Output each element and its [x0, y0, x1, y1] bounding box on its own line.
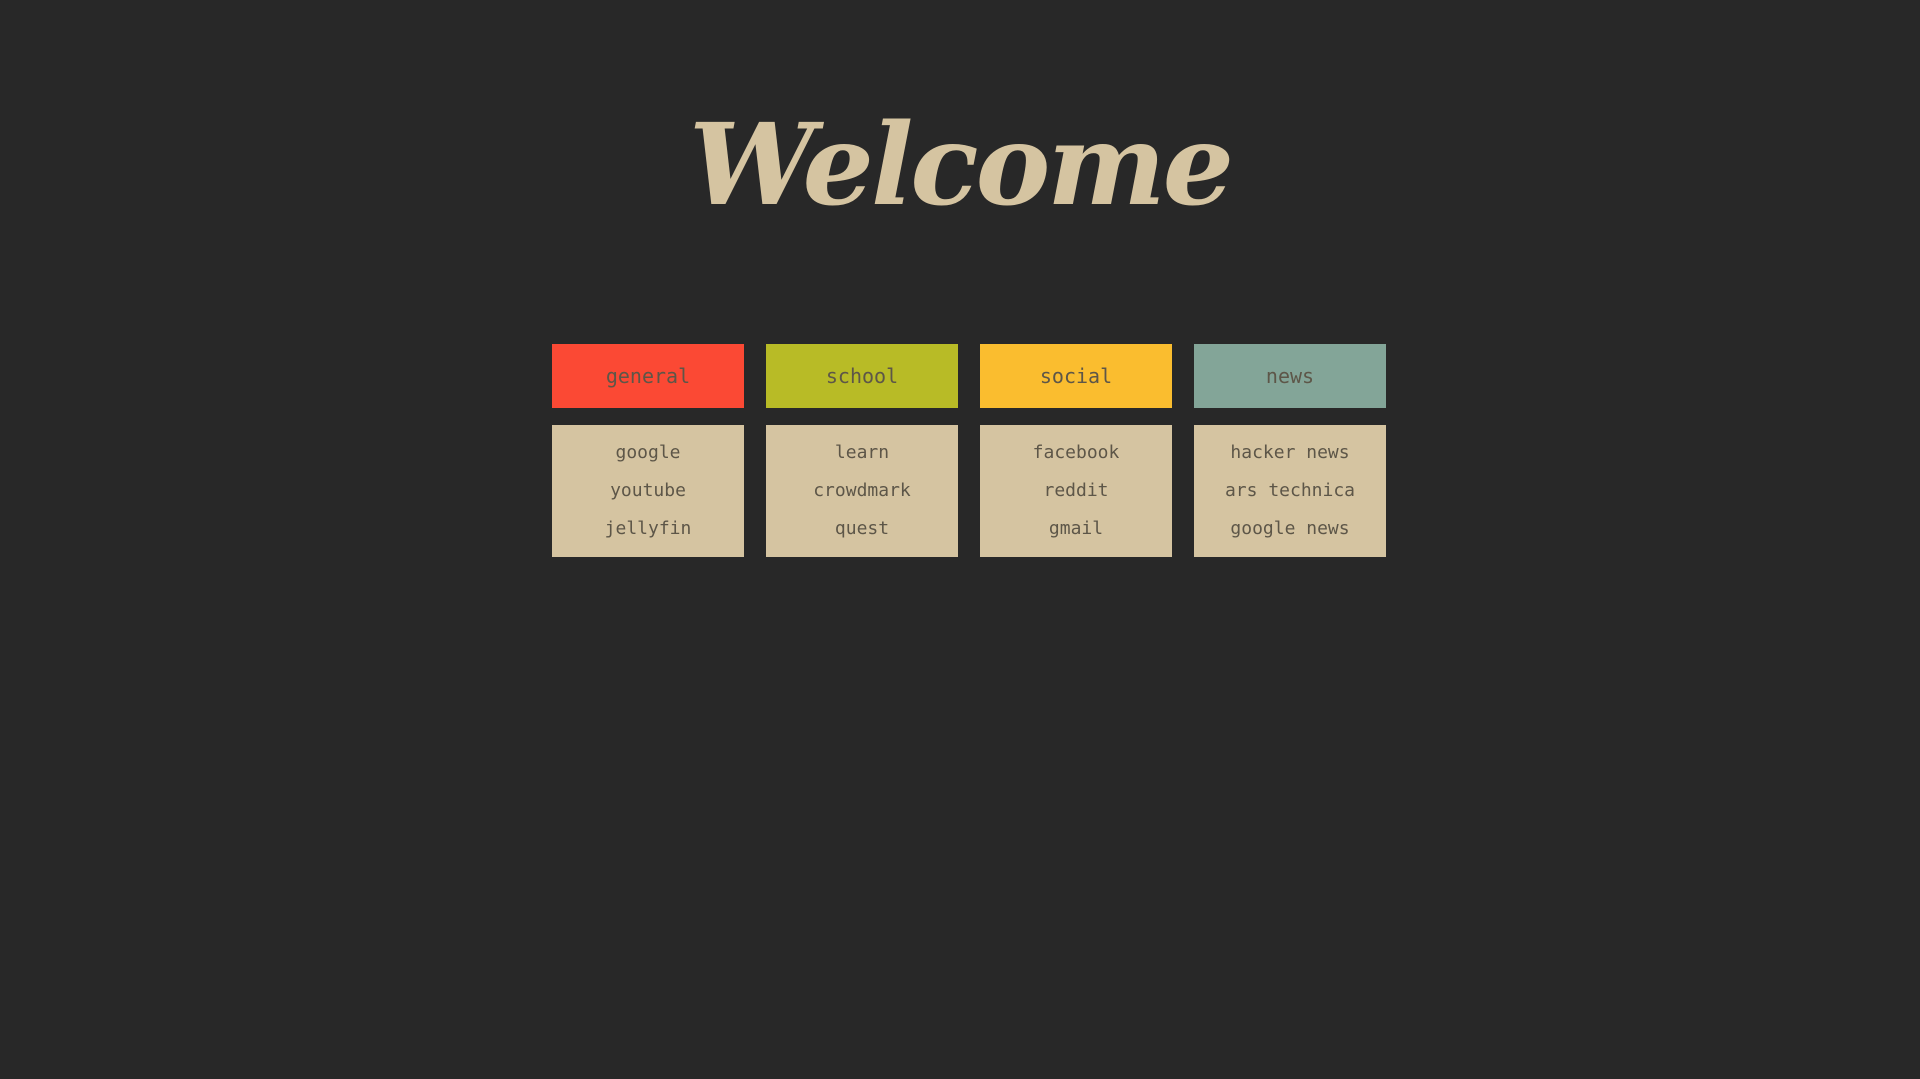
link-list-school: learn crowdmark quest — [766, 425, 958, 557]
category-header-news: news — [1194, 344, 1386, 408]
link-gmail[interactable]: gmail — [1049, 510, 1103, 548]
link-list-news: hacker news ars technica google news — [1194, 425, 1386, 557]
link-google[interactable]: google — [615, 434, 680, 472]
link-jellyfin[interactable]: jellyfin — [605, 510, 692, 548]
category-header-social: social — [980, 344, 1172, 408]
category-social: social facebook reddit gmail — [980, 344, 1172, 557]
link-facebook[interactable]: facebook — [1033, 434, 1120, 472]
link-google-news[interactable]: google news — [1230, 510, 1349, 548]
link-reddit[interactable]: reddit — [1043, 472, 1108, 510]
category-school: school learn crowdmark quest — [766, 344, 958, 557]
link-crowdmark[interactable]: crowdmark — [813, 472, 911, 510]
link-list-general: google youtube jellyfin — [552, 425, 744, 557]
link-quest[interactable]: quest — [835, 510, 889, 548]
link-hacker-news[interactable]: hacker news — [1230, 434, 1349, 472]
link-youtube[interactable]: youtube — [610, 472, 686, 510]
category-header-school: school — [766, 344, 958, 408]
page-title: Welcome — [688, 100, 1234, 231]
link-list-social: facebook reddit gmail — [980, 425, 1172, 557]
category-news: news hacker news ars technica google new… — [1194, 344, 1386, 557]
category-header-general: general — [552, 344, 744, 408]
link-learn[interactable]: learn — [835, 434, 889, 472]
category-general: general google youtube jellyfin — [552, 344, 744, 557]
bookmark-grid: general google youtube jellyfin school l… — [552, 344, 1386, 557]
link-ars-technica[interactable]: ars technica — [1225, 472, 1355, 510]
